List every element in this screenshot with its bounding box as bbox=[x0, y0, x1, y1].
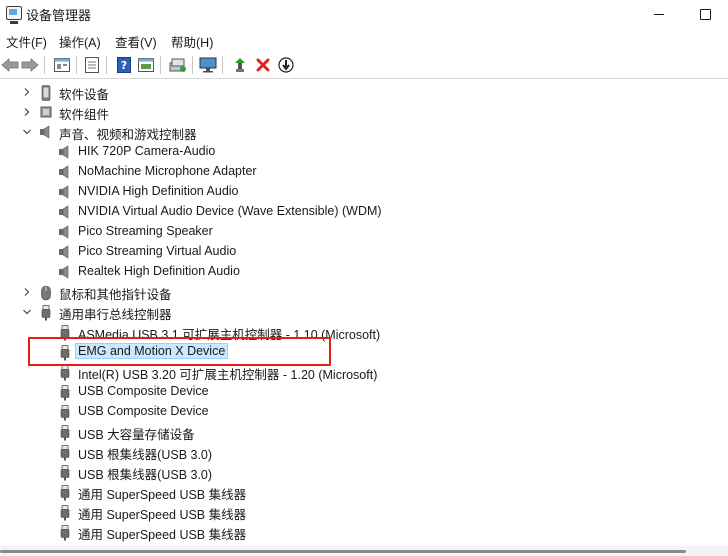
tree-item-label: NVIDIA Virtual Audio Device (Wave Extens… bbox=[78, 204, 382, 218]
tree-item-label: 声音、视频和游戏控制器 bbox=[59, 128, 197, 142]
usb-icon bbox=[58, 385, 72, 401]
tree-item-label: USB Composite Device bbox=[78, 384, 209, 398]
scan-hardware-icon[interactable] bbox=[168, 55, 188, 75]
device-view-icon[interactable] bbox=[82, 55, 102, 75]
tree-item-label: USB 根集线器(USB 3.0) bbox=[78, 448, 213, 462]
tree-device-item[interactable]: NVIDIA High Definition Audio bbox=[0, 182, 728, 202]
tree-category[interactable]: 通用串行总线控制器 bbox=[0, 302, 728, 322]
help-icon[interactable]: ? bbox=[114, 55, 134, 75]
speaker-icon bbox=[58, 145, 72, 159]
disable-icon[interactable] bbox=[276, 55, 296, 75]
tree-device-item[interactable]: Pico Streaming Virtual Audio bbox=[0, 242, 728, 262]
menu-bar: 文件(F) 操作(A) 查看(V) 帮助(H) bbox=[0, 30, 728, 50]
chevron-right-icon[interactable] bbox=[22, 287, 32, 297]
mouse-icon bbox=[39, 285, 53, 301]
speaker-icon bbox=[58, 245, 72, 259]
usb-icon bbox=[58, 445, 72, 461]
tree-device-item[interactable]: USB Composite Device bbox=[0, 382, 728, 402]
uninstall-icon[interactable] bbox=[253, 55, 273, 75]
tree-item-label: Pico Streaming Speaker bbox=[78, 224, 213, 238]
red-highlight-annotation bbox=[28, 337, 331, 366]
properties-icon[interactable] bbox=[52, 55, 72, 75]
tree-item-label: 通用 SuperSpeed USB 集线器 bbox=[78, 528, 247, 542]
tree-item-label: 通用 SuperSpeed USB 集线器 bbox=[78, 508, 247, 522]
menu-view[interactable]: 查看(V) bbox=[115, 32, 157, 51]
tree-item-label: Realtek High Definition Audio bbox=[78, 264, 240, 278]
tree-item-label: USB 根集线器(USB 3.0) bbox=[78, 468, 213, 482]
speaker-icon bbox=[58, 265, 72, 279]
tree-item-label: HIK 720P Camera-Audio bbox=[78, 144, 216, 158]
device-manager-icon bbox=[6, 6, 22, 24]
usb-icon bbox=[58, 525, 72, 541]
minimize-button[interactable] bbox=[636, 0, 682, 28]
tree-item-label: USB 大容量存储设备 bbox=[78, 428, 195, 442]
speaker-icon bbox=[39, 125, 53, 139]
tree-device-item[interactable]: 通用 SuperSpeed USB 集线器 bbox=[0, 482, 728, 502]
tree-item-label: 软件组件 bbox=[59, 108, 110, 122]
chevron-right-icon[interactable] bbox=[22, 107, 32, 117]
tree-item-label: Intel(R) USB 3.20 可扩展主机控制器 - 1.20 (Micro… bbox=[78, 368, 378, 382]
scrollbar-thumb[interactable] bbox=[0, 550, 686, 553]
tree-device-item[interactable]: HIK 720P Camera-Audio bbox=[0, 142, 728, 162]
tree-item-label: Pico Streaming Virtual Audio bbox=[78, 244, 237, 258]
tree-device-item[interactable]: USB Composite Device bbox=[0, 402, 728, 422]
maximize-icon bbox=[699, 8, 711, 20]
chevron-down-icon[interactable] bbox=[22, 127, 32, 137]
toolbar: ? bbox=[0, 52, 728, 79]
tree-device-item[interactable]: Realtek High Definition Audio bbox=[0, 262, 728, 282]
chevron-down-icon[interactable] bbox=[22, 307, 32, 317]
tree-item-label: 通用 SuperSpeed USB 集线器 bbox=[78, 488, 247, 502]
tree-item-label: USB Composite Device bbox=[78, 404, 209, 418]
tree-device-item[interactable]: Pico Streaming Speaker bbox=[0, 222, 728, 242]
speaker-icon bbox=[58, 185, 72, 199]
tree-device-item[interactable]: 通用 SuperSpeed USB 集线器 bbox=[0, 502, 728, 522]
device-tree: 软件设备软件组件声音、视频和游戏控制器 HIK 720P Camera-Audio… bbox=[0, 80, 728, 546]
tree-device-item[interactable]: USB 根集线器(USB 3.0) bbox=[0, 442, 728, 462]
phone-icon bbox=[39, 85, 53, 101]
usb-icon bbox=[58, 405, 72, 421]
menu-action[interactable]: 操作(A) bbox=[59, 32, 101, 51]
monitor-icon[interactable] bbox=[198, 55, 218, 75]
usb-icon bbox=[39, 305, 53, 321]
tree-item-label: 软件设备 bbox=[59, 88, 110, 102]
window-title: 设备管理器 bbox=[26, 8, 92, 23]
tree-item-label: 鼠标和其他指针设备 bbox=[59, 288, 172, 302]
tree-category[interactable]: 软件组件 bbox=[0, 102, 728, 122]
tree-device-item[interactable]: USB 大容量存储设备 bbox=[0, 422, 728, 442]
tree-item-label: NoMachine Microphone Adapter bbox=[78, 164, 257, 178]
usb-icon bbox=[58, 505, 72, 521]
tree-device-item[interactable]: 通用 SuperSpeed USB 集线器 bbox=[0, 522, 728, 542]
tree-category[interactable]: 鼠标和其他指针设备 bbox=[0, 282, 728, 302]
usb-icon bbox=[58, 485, 72, 501]
chevron-right-icon[interactable] bbox=[22, 87, 32, 97]
usb-icon bbox=[58, 425, 72, 441]
speaker-icon bbox=[58, 165, 72, 179]
menu-file[interactable]: 文件(F) bbox=[6, 32, 47, 51]
usb-icon bbox=[58, 365, 72, 381]
speaker-icon bbox=[58, 225, 72, 239]
tree-item-label: NVIDIA High Definition Audio bbox=[78, 184, 239, 198]
svg-text:?: ? bbox=[121, 59, 127, 72]
title-bar: 设备管理器 bbox=[0, 0, 728, 28]
tree-category[interactable]: 软件设备 bbox=[0, 82, 728, 102]
forward-arrow-icon[interactable] bbox=[20, 55, 40, 75]
usb-icon bbox=[58, 465, 72, 481]
tree-item-label: 通用串行总线控制器 bbox=[59, 308, 172, 322]
horizontal-scrollbar[interactable] bbox=[0, 546, 728, 556]
update-driver-icon[interactable] bbox=[230, 55, 250, 75]
menu-help[interactable]: 帮助(H) bbox=[171, 32, 213, 51]
back-arrow-icon[interactable] bbox=[0, 55, 20, 75]
tree-category[interactable]: 声音、视频和游戏控制器 bbox=[0, 122, 728, 142]
tree-device-item[interactable]: NVIDIA Virtual Audio Device (Wave Extens… bbox=[0, 202, 728, 222]
tree-device-item[interactable]: USB 根集线器(USB 3.0) bbox=[0, 462, 728, 482]
minimize-icon bbox=[654, 13, 664, 15]
resources-icon[interactable] bbox=[136, 55, 156, 75]
speaker-icon bbox=[58, 205, 72, 219]
component-icon bbox=[39, 105, 53, 119]
maximize-button[interactable] bbox=[682, 0, 728, 28]
tree-device-item[interactable]: NoMachine Microphone Adapter bbox=[0, 162, 728, 182]
